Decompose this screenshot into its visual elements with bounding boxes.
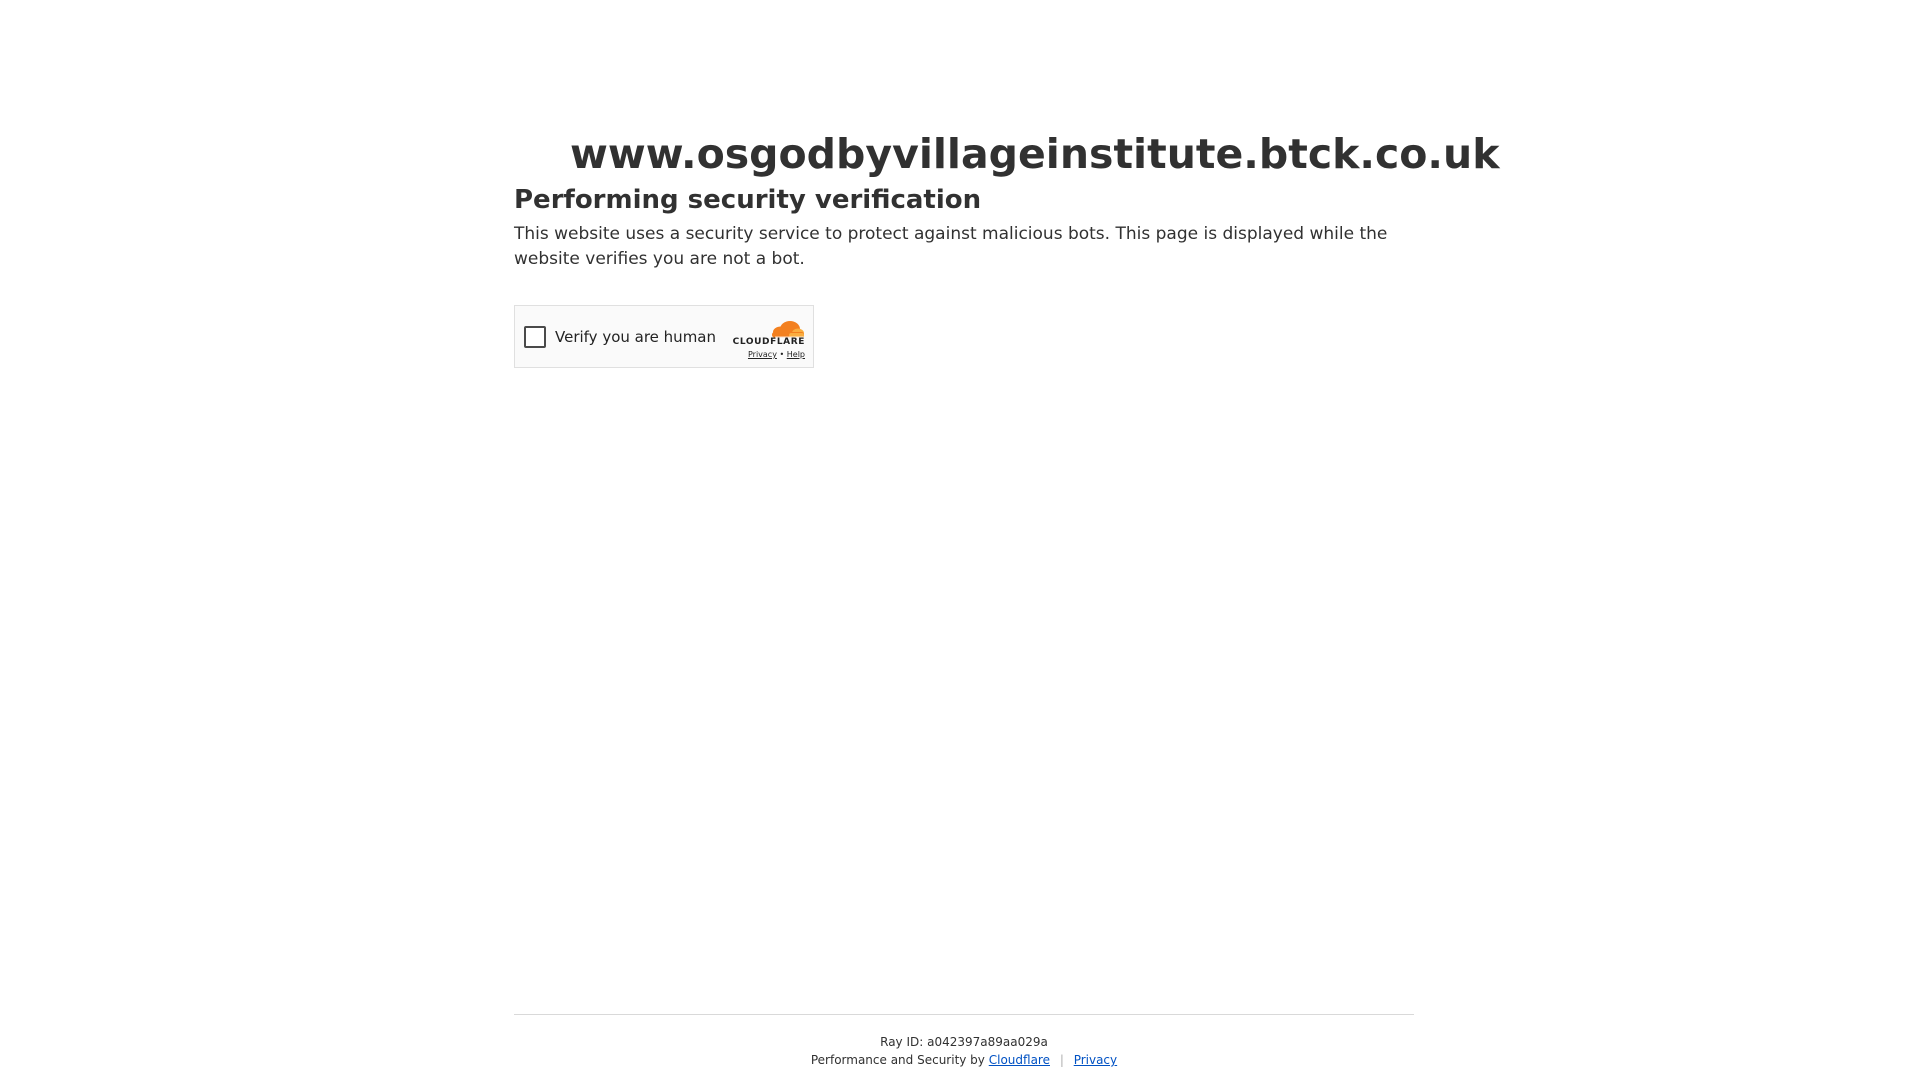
- widget-privacy-link[interactable]: Privacy: [748, 350, 777, 359]
- footer-separator: |: [1059, 1053, 1064, 1067]
- widget-links: Privacy • Help: [729, 349, 805, 361]
- challenge-page: www.osgodbyvillageinstitute.btck.co.uk P…: [0, 0, 1920, 1080]
- ray-id: Ray ID: a042397a89aa029a: [880, 1035, 1048, 1049]
- footer-cloudflare-link[interactable]: Cloudflare: [989, 1053, 1050, 1067]
- verification-description: This website uses a security service to …: [514, 224, 1388, 269]
- footer-attribution: Performance and Security by Cloudflare |…: [514, 1051, 1414, 1069]
- verify-label[interactable]: Verify you are human: [555, 328, 716, 346]
- main-content: www.osgodbyvillageinstitute.btck.co.uk P…: [514, 126, 1500, 272]
- cloudflare-branding: CLOUDFLARE Privacy • Help: [729, 318, 805, 361]
- widget-help-link[interactable]: Help: [787, 350, 805, 359]
- cloudflare-wordmark: CLOUDFLARE: [732, 337, 805, 347]
- site-domain-title: www.osgodbyvillageinstitute.btck.co.uk: [570, 130, 1500, 178]
- turnstile-widget: Verify you are human CLOUDFLARE Privacy …: [514, 305, 814, 368]
- footer-privacy-link[interactable]: Privacy: [1074, 1053, 1117, 1067]
- cloudflare-cloud-icon: [772, 321, 804, 338]
- verify-checkbox[interactable]: [524, 325, 546, 348]
- footer: Ray ID: a042397a89aa029a Performance and…: [514, 1014, 1414, 1069]
- performance-text: Performance and Security by: [810, 1053, 985, 1067]
- verification-heading: Performing security verification: [514, 185, 982, 215]
- widget-link-separator: •: [779, 350, 785, 359]
